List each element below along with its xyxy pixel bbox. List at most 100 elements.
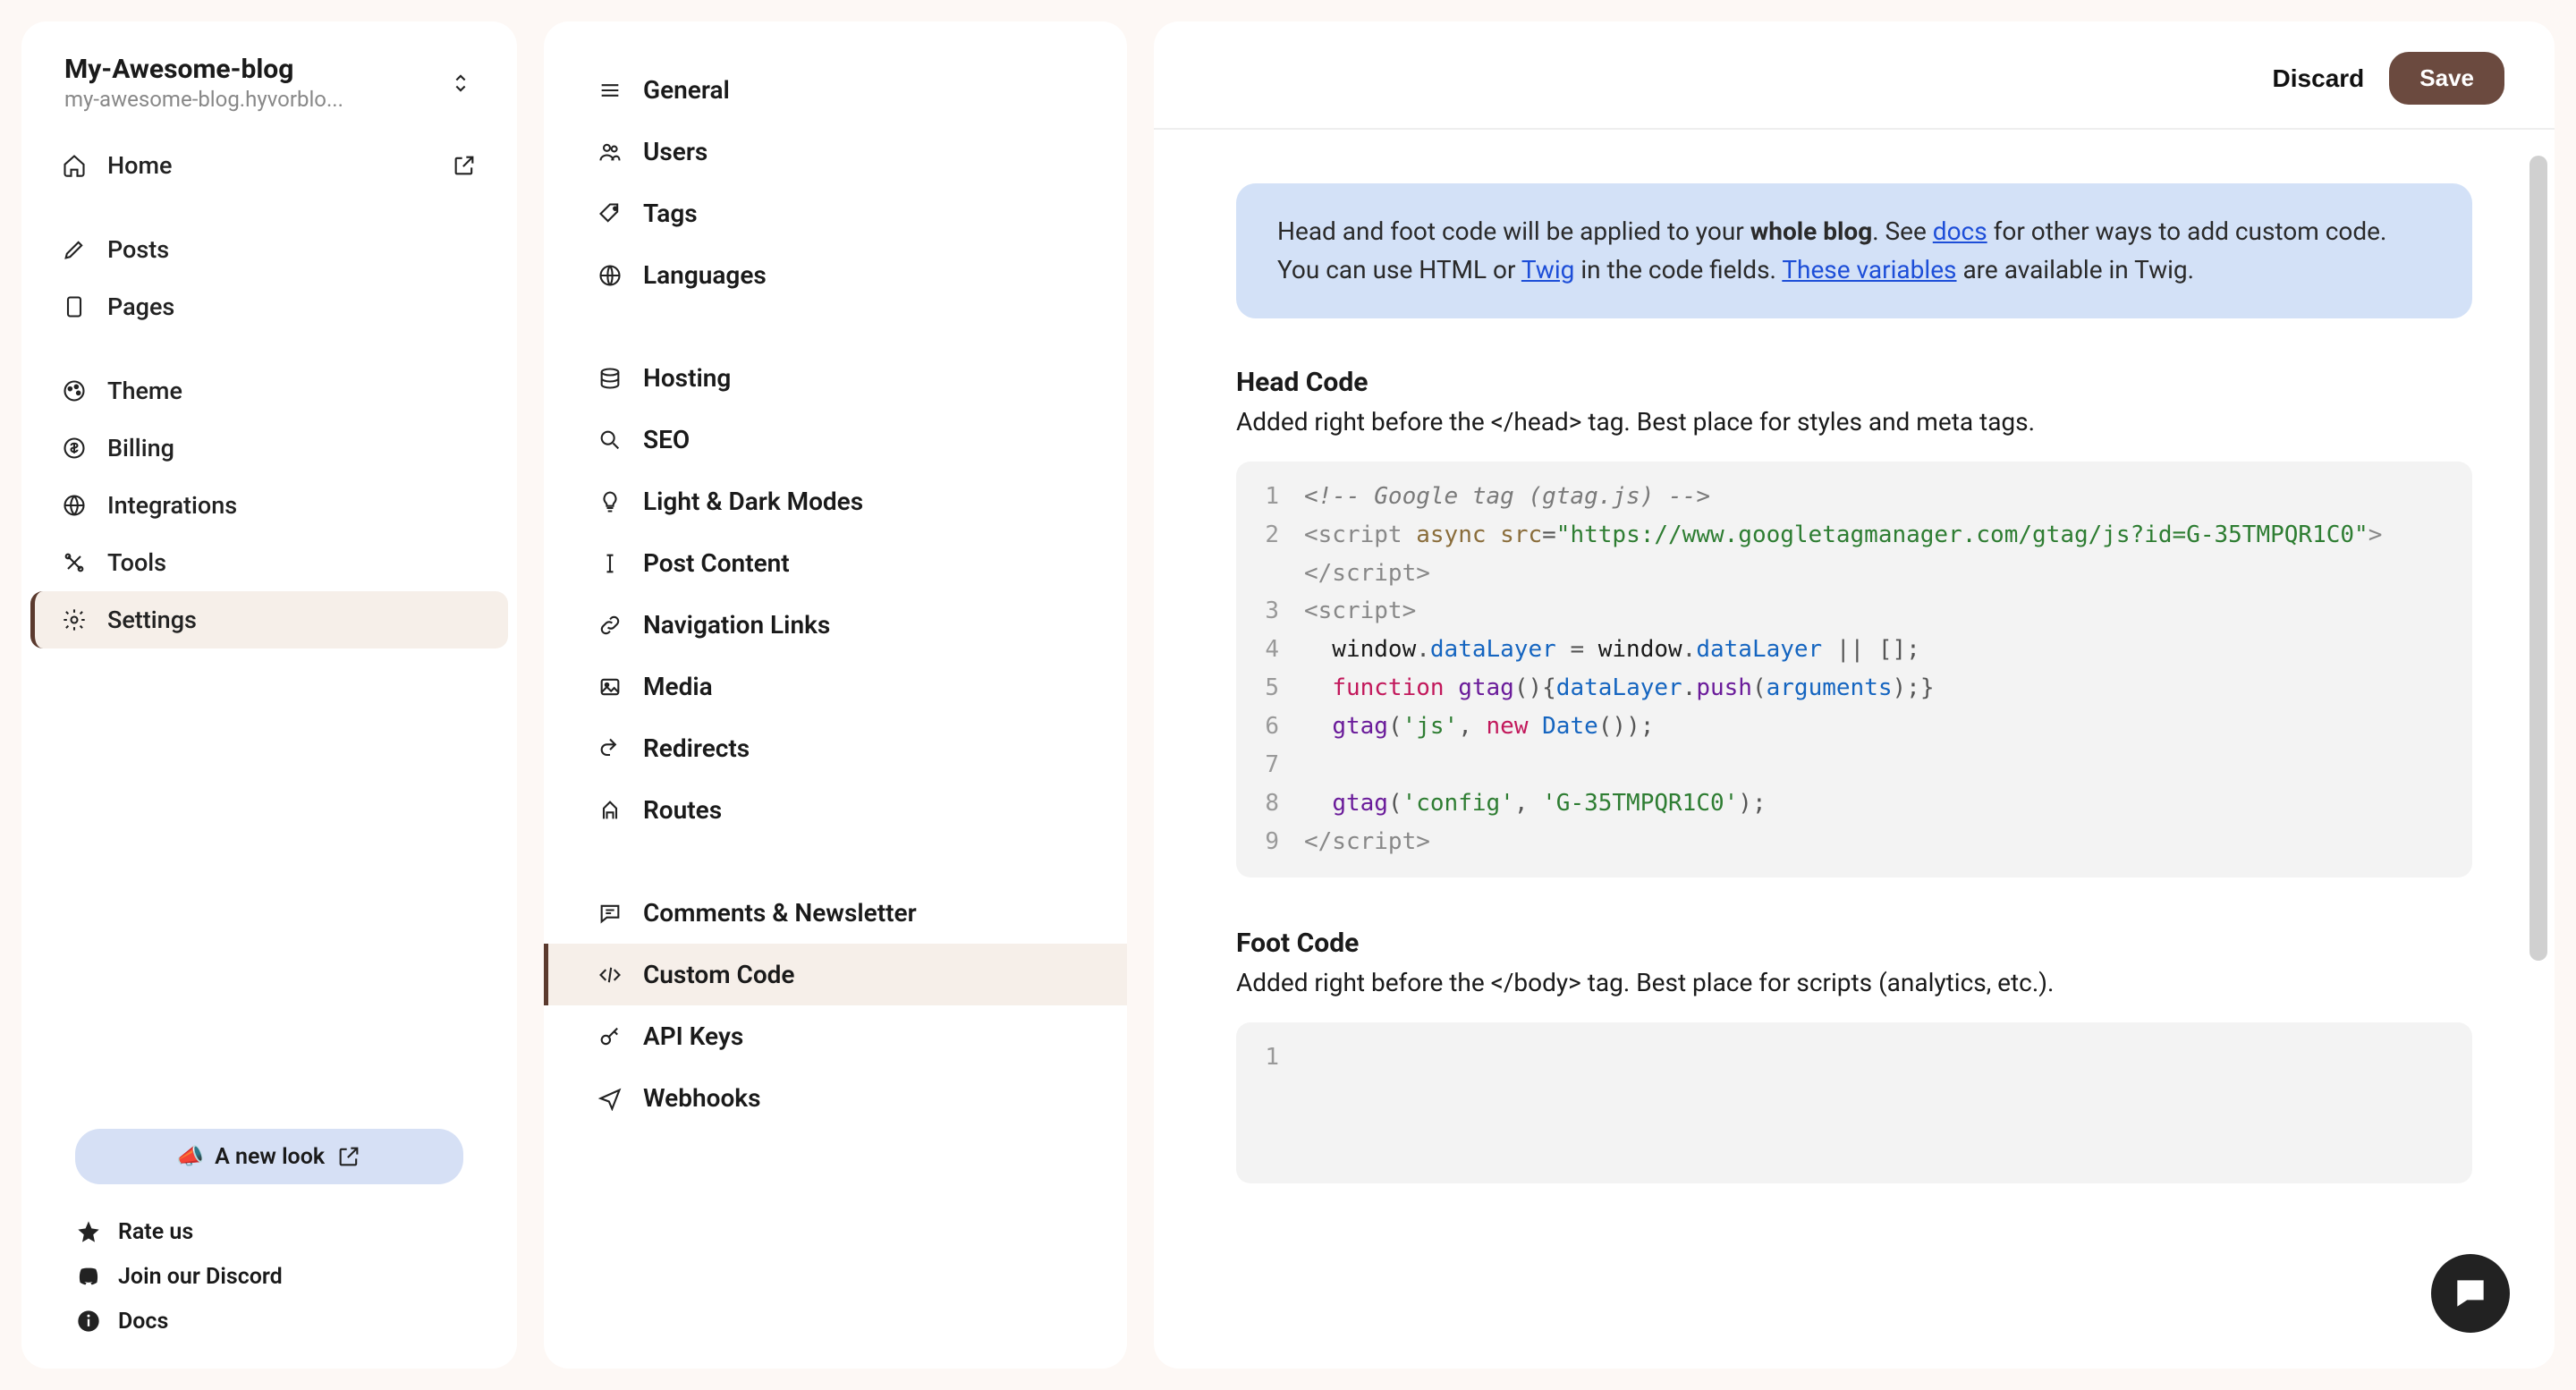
tools-icon bbox=[61, 549, 88, 576]
settings-seo[interactable]: SEO bbox=[544, 409, 1127, 470]
nav-home[interactable]: Home bbox=[30, 137, 508, 194]
nav-label: Posts bbox=[107, 235, 169, 264]
settings-label: Post Content bbox=[643, 548, 790, 578]
settings-label: Routes bbox=[643, 795, 722, 825]
settings-nav-links[interactable]: Navigation Links bbox=[544, 594, 1127, 656]
nav-integrations[interactable]: Integrations bbox=[30, 477, 508, 534]
blog-title: My-Awesome-blog bbox=[64, 54, 343, 85]
chat-icon bbox=[597, 900, 623, 927]
pencil-icon bbox=[61, 236, 88, 263]
settings-label: SEO bbox=[643, 425, 690, 454]
nav-posts[interactable]: Posts bbox=[30, 221, 508, 278]
footer-discord[interactable]: Join our Discord bbox=[75, 1254, 463, 1299]
key-icon bbox=[597, 1023, 623, 1050]
link-icon bbox=[597, 612, 623, 639]
nav-billing[interactable]: Billing bbox=[30, 420, 508, 477]
external-link-icon bbox=[451, 152, 478, 179]
dollar-icon bbox=[61, 435, 88, 462]
nav-label: Tools bbox=[107, 548, 166, 577]
home-icon bbox=[61, 152, 88, 179]
send-icon bbox=[597, 1085, 623, 1112]
settings-tags[interactable]: Tags bbox=[544, 182, 1127, 244]
nav-label: Pages bbox=[107, 292, 174, 321]
server-icon bbox=[597, 365, 623, 392]
promo-new-look[interactable]: 📣 A new look bbox=[75, 1129, 463, 1184]
settings-users[interactable]: Users bbox=[544, 121, 1127, 182]
nav-label: Billing bbox=[107, 434, 174, 462]
redirect-icon bbox=[597, 735, 623, 762]
routes-icon bbox=[597, 797, 623, 824]
nav-label: Home bbox=[107, 151, 172, 180]
settings-languages[interactable]: Languages bbox=[544, 244, 1127, 306]
gear-icon bbox=[61, 606, 88, 633]
settings-webhooks[interactable]: Webhooks bbox=[544, 1067, 1127, 1129]
blog-subdomain: my-awesome-blog.hyvorblo... bbox=[64, 87, 343, 112]
chat-fab[interactable] bbox=[2431, 1254, 2510, 1333]
settings-label: Languages bbox=[643, 260, 767, 290]
settings-api-keys[interactable]: API Keys bbox=[544, 1005, 1127, 1067]
search-icon bbox=[597, 427, 623, 453]
settings-post-content[interactable]: Post Content bbox=[544, 532, 1127, 594]
settings-label: Navigation Links bbox=[643, 610, 830, 640]
settings-comments[interactable]: Comments & Newsletter bbox=[544, 882, 1127, 944]
footer-rate-us[interactable]: Rate us bbox=[75, 1209, 463, 1254]
settings-general[interactable]: General bbox=[544, 59, 1127, 121]
settings-label: API Keys bbox=[643, 1021, 743, 1051]
foot-code-desc: Added right before the </body> tag. Best… bbox=[1236, 968, 2472, 997]
settings-label: Redirects bbox=[643, 733, 750, 763]
settings-light-dark[interactable]: Light & Dark Modes bbox=[544, 470, 1127, 532]
banner-vars-link[interactable]: These variables bbox=[1782, 255, 1956, 284]
banner-twig-link[interactable]: Twig bbox=[1521, 255, 1575, 284]
scrollbar[interactable] bbox=[2529, 156, 2547, 961]
star-icon bbox=[75, 1218, 102, 1245]
nav-pages[interactable]: Pages bbox=[30, 278, 508, 335]
megaphone-icon: 📣 bbox=[176, 1144, 204, 1170]
footer-docs[interactable]: Docs bbox=[75, 1299, 463, 1343]
head-code-editor[interactable]: 1<!-- Google tag (gtag.js) -->2<script a… bbox=[1236, 462, 2472, 877]
settings-label: Light & Dark Modes bbox=[643, 487, 863, 516]
users-icon bbox=[597, 139, 623, 165]
settings-label: Tags bbox=[643, 199, 698, 228]
nav-theme[interactable]: Theme bbox=[30, 362, 508, 420]
discard-button[interactable]: Discard bbox=[2273, 64, 2365, 93]
code-icon bbox=[597, 962, 623, 988]
settings-label: General bbox=[643, 75, 730, 105]
settings-custom-code[interactable]: Custom Code bbox=[544, 944, 1127, 1005]
promo-label: A new look bbox=[215, 1144, 325, 1170]
footer-label: Rate us bbox=[118, 1219, 193, 1245]
settings-redirects[interactable]: Redirects bbox=[544, 717, 1127, 779]
settings-label: Media bbox=[643, 672, 713, 701]
nav-label: Settings bbox=[107, 606, 197, 634]
banner-docs-link[interactable]: docs bbox=[1933, 216, 1987, 246]
foot-code-editor[interactable]: 1 bbox=[1236, 1022, 2472, 1183]
cursor-icon bbox=[597, 550, 623, 577]
settings-label: Webhooks bbox=[643, 1083, 760, 1113]
bulb-icon bbox=[597, 488, 623, 515]
chat-bubble-icon bbox=[2451, 1274, 2490, 1313]
page-icon bbox=[61, 293, 88, 320]
footer-label: Join our Discord bbox=[118, 1264, 283, 1290]
discord-icon bbox=[75, 1263, 102, 1290]
nav-tools[interactable]: Tools bbox=[30, 534, 508, 591]
settings-routes[interactable]: Routes bbox=[544, 779, 1127, 841]
settings-label: Comments & Newsletter bbox=[643, 898, 917, 928]
image-icon bbox=[597, 674, 623, 700]
head-code-desc: Added right before the </head> tag. Best… bbox=[1236, 407, 2472, 436]
palette-icon bbox=[61, 377, 88, 404]
nav-label: Theme bbox=[107, 377, 182, 405]
main-sidebar: My-Awesome-blog my-awesome-blog.hyvorblo… bbox=[21, 21, 517, 1369]
save-button[interactable]: Save bbox=[2389, 52, 2504, 105]
info-icon bbox=[75, 1308, 102, 1335]
main-panel: Discard Save Head and foot code will be … bbox=[1154, 21, 2555, 1369]
settings-label: Hosting bbox=[643, 363, 731, 393]
info-banner: Head and foot code will be applied to yo… bbox=[1236, 183, 2472, 318]
blog-selector[interactable]: My-Awesome-blog my-awesome-blog.hyvorblo… bbox=[21, 54, 517, 137]
external-link-icon bbox=[335, 1143, 362, 1170]
settings-media[interactable]: Media bbox=[544, 656, 1127, 717]
menu-icon bbox=[597, 77, 623, 104]
footer-label: Docs bbox=[118, 1309, 168, 1335]
settings-hosting[interactable]: Hosting bbox=[544, 347, 1127, 409]
nav-settings[interactable]: Settings bbox=[30, 591, 508, 648]
head-code-title: Head Code bbox=[1236, 367, 2472, 398]
tag-icon bbox=[597, 200, 623, 227]
